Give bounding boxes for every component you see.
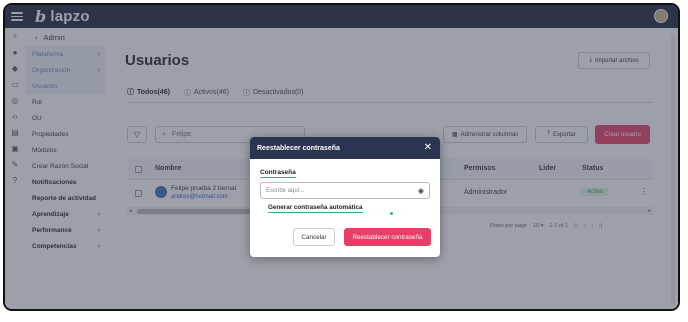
dialog-title: Reestablecer contraseña (257, 144, 340, 152)
cursor-dot (390, 212, 393, 215)
eye-off-icon[interactable]: ◉ (418, 187, 424, 195)
reset-password-dialog: Reestablecer contraseña ✕ Contraseña Esc… (250, 137, 440, 257)
app-window: b lapzo ⌕ ● ◆ ▭ ◎ ‹› ▤ ▣ ✎ ? ‹ Admin Pla… (3, 3, 680, 311)
reset-password-button[interactable]: Reestablecer contraseña (344, 228, 431, 246)
generate-password-link[interactable]: Generar contraseña automática (268, 204, 363, 213)
password-placeholder: Escribe aquí... (266, 187, 305, 194)
password-label: Contraseña (260, 169, 296, 178)
password-field[interactable]: Escribe aquí... ◉ (260, 182, 430, 199)
cancel-button[interactable]: Cancelar (293, 228, 335, 246)
dialog-header: Reestablecer contraseña ✕ (250, 137, 440, 159)
close-icon[interactable]: ✕ (424, 143, 432, 153)
